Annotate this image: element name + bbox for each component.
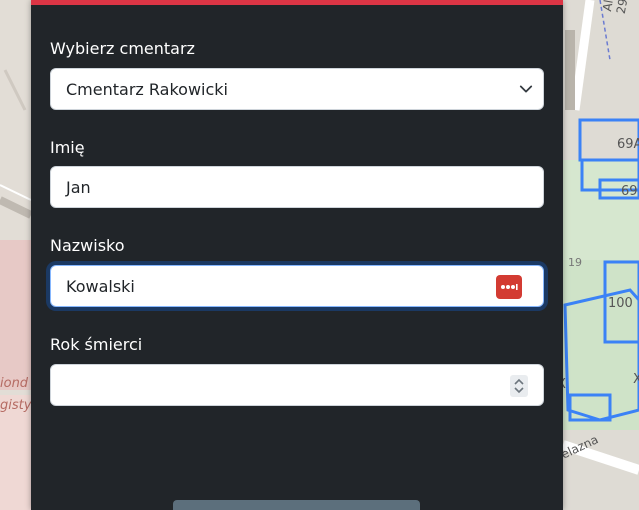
panel-accent-bar: [31, 0, 563, 5]
search-panel: Wybierz cmentarz Cmentarz Rakowicki Imię…: [31, 0, 563, 510]
cemetery-select[interactable]: Cmentarz Rakowicki: [50, 68, 544, 110]
spinner-arrows-icon[interactable]: [510, 375, 528, 397]
search-button[interactable]: [173, 500, 420, 510]
death-year-input[interactable]: [50, 364, 544, 406]
address-label: 19: [568, 256, 582, 269]
first-name-input[interactable]: Jan: [50, 166, 544, 208]
cemetery-select-value: Cmentarz Rakowicki: [66, 79, 228, 99]
cemetery-label: Wybierz cmentarz: [50, 39, 195, 58]
death-year-label: Rok śmierci: [50, 335, 143, 354]
password-manager-icon[interactable]: [496, 275, 522, 299]
first-name-value: Jan: [66, 177, 91, 197]
address-label: 69A: [617, 137, 639, 152]
first-name-label: Imię: [50, 138, 85, 157]
last-name-input[interactable]: Kowalski: [50, 265, 544, 307]
chevron-down-icon: [519, 85, 533, 93]
up-down-arrows-icon: [514, 378, 524, 394]
address-label: X: [633, 372, 639, 387]
last-name-value: Kowalski: [66, 276, 135, 296]
map-label: gisty: [0, 398, 32, 413]
map-label: iond: [0, 376, 29, 391]
address-label: 69: [621, 184, 638, 199]
last-name-label: Nazwisko: [50, 236, 125, 255]
address-label: 100: [608, 296, 633, 311]
ellipsis-icon: [501, 284, 518, 290]
